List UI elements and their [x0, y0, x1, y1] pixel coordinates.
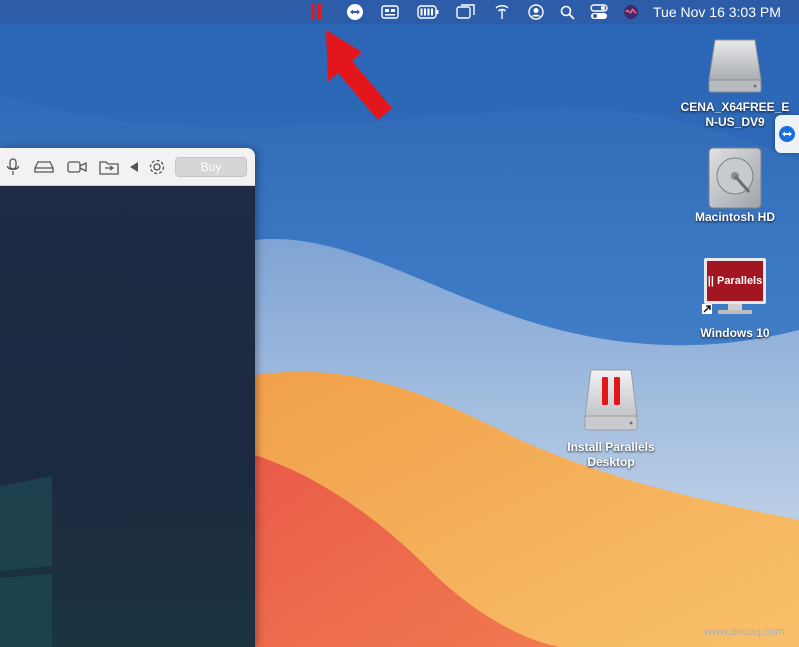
disk-icon[interactable]: [33, 156, 55, 178]
parallels-icon[interactable]: [308, 0, 324, 24]
siri-icon[interactable]: [621, 0, 641, 24]
menu-bar: Tue Nov 16 3:03 PM: [0, 0, 799, 24]
vm-guest-screen[interactable]: [0, 186, 255, 647]
vm-toolbar: Buy: [0, 148, 255, 186]
annotation-arrow: [326, 30, 392, 120]
settings-icon[interactable]: [146, 156, 168, 178]
control-center-icon[interactable]: [588, 0, 610, 24]
hard-disk-icon: [708, 147, 762, 209]
desktop-icon-macintosh-hd[interactable]: Macintosh HD: [672, 146, 798, 225]
screens-icon[interactable]: [455, 0, 477, 24]
desktop-icon-windows-10[interactable]: || Parallels Windows 10: [672, 258, 798, 341]
desktop-icon-label: Macintosh HD: [694, 210, 775, 224]
camera-icon[interactable]: [66, 156, 88, 178]
desktop-icon-label: Windows 10: [700, 326, 770, 340]
desktop-icon-label: Install Parallels Desktop: [567, 440, 655, 469]
teamviewer-icon: [779, 126, 795, 142]
watermark: www.deuaq.com: [704, 626, 785, 638]
microphone-icon[interactable]: [2, 156, 24, 178]
collapse-arrow-icon[interactable]: [123, 156, 145, 178]
installer-disk-icon: [584, 369, 638, 431]
menu-clock[interactable]: Tue Nov 16 3:03 PM: [653, 0, 781, 24]
shared-folder-icon[interactable]: [98, 156, 120, 178]
alias-arrow-icon: [702, 304, 712, 314]
parallels-vm-icon: || Parallels: [702, 258, 768, 316]
desktop-icon-label: CENA_X64FREE_E N-US_DV9: [680, 100, 790, 129]
teamviewer-icon[interactable]: [345, 0, 365, 24]
parallels-vm-window: Buy: [0, 148, 255, 647]
windows-logo-fragment: [0, 476, 52, 647]
external-drive-icon: [708, 39, 762, 93]
desktop-icon-install-parallels[interactable]: Install Parallels Desktop: [548, 368, 674, 470]
wifi-icon[interactable]: [491, 0, 513, 24]
keyboard-icon[interactable]: [380, 0, 400, 24]
buy-button[interactable]: Buy: [175, 157, 247, 177]
user-icon[interactable]: [526, 0, 546, 24]
battery-icon[interactable]: [416, 0, 440, 24]
vm-thumbnail-text: || Parallels: [707, 275, 763, 287]
search-icon[interactable]: [557, 0, 577, 24]
